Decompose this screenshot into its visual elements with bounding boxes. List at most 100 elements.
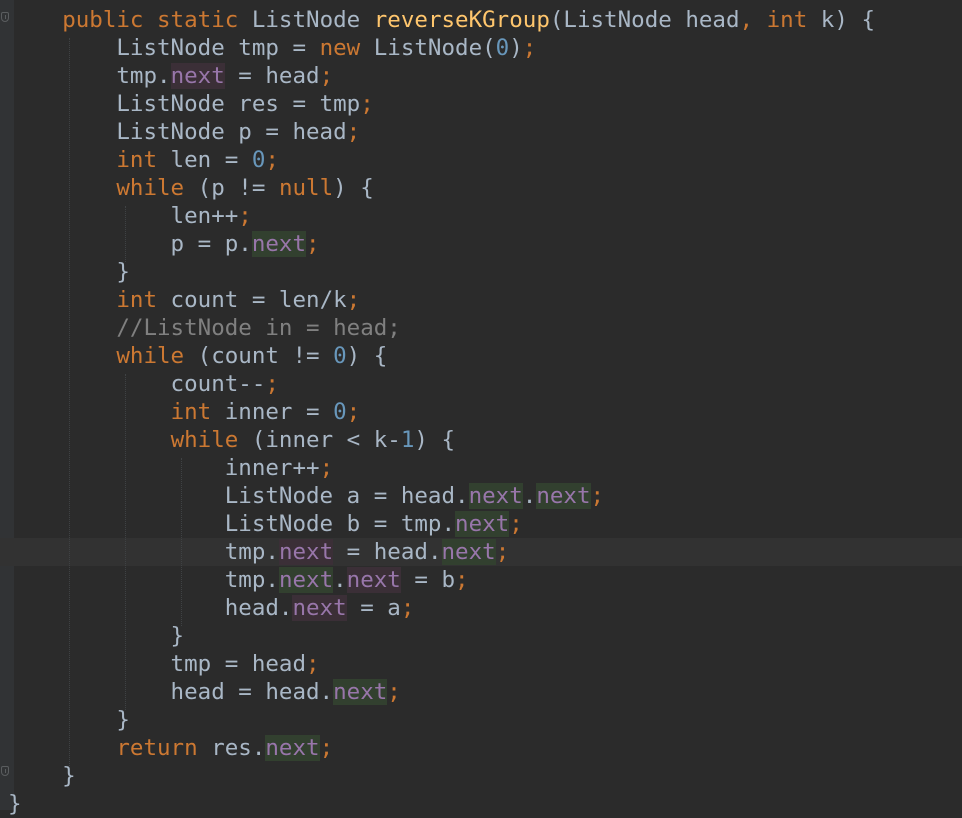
code-line[interactable]: tmp = head; [8,650,875,678]
code-line[interactable]: } [8,706,875,734]
code-line[interactable]: int inner = 0; [8,398,875,426]
code-token: } [8,623,185,649]
code-text-area[interactable]: public static ListNode reverseKGroup(Lis… [8,6,875,818]
code-line[interactable]: tmp.next = head; [8,62,875,90]
code-line[interactable]: while (count != 0) { [8,342,875,370]
code-line[interactable]: ListNode res = tmp; [8,90,875,118]
code-line[interactable]: head.next = a; [8,594,875,622]
code-line[interactable]: int count = len/k; [8,286,875,314]
code-token: next [170,63,225,89]
code-token: ; [346,119,361,145]
code-token: = a [346,595,401,621]
code-token: ; [346,399,361,425]
code-token: (count != [184,343,334,369]
code-token: reverseKGroup [373,7,550,33]
code-token: next [441,539,496,565]
code-token: k) { [807,7,875,33]
code-token: static [157,7,239,33]
code-token: 0 [495,35,510,61]
code-token: next [265,735,320,761]
code-token: = head [224,63,320,89]
code-token: next [278,567,334,593]
code-token: res. [197,735,266,761]
code-token: ; [455,567,469,593]
code-token: ; [238,203,252,229]
code-token: tmp = head [8,651,307,677]
code-token: ; [319,735,334,761]
code-token: next [278,539,334,565]
code-token: int [116,147,158,173]
code-line[interactable]: public static ListNode reverseKGroup(Lis… [8,6,875,34]
code-token: ; [265,147,279,173]
code-token: } [8,763,76,789]
code-token: ListNode( [360,35,496,61]
code-token: return [116,735,198,761]
code-token: next [346,567,401,593]
code-token: ; [522,35,537,61]
code-line[interactable]: } [8,622,875,650]
code-token: head = head. [8,679,334,705]
code-token: tmp. [8,567,279,593]
code-token: ; [346,287,361,313]
code-token: . [333,567,347,593]
code-line[interactable]: } [8,790,875,818]
code-token: count = len/k [157,287,347,313]
code-token: 0 [251,147,266,173]
code-line[interactable]: p = p.next; [8,230,875,258]
code-line[interactable]: len++; [8,202,875,230]
code-token: ListNode a = head. [8,483,469,509]
code-token: next [536,483,591,509]
code-token: tmp. [8,539,279,565]
code-line[interactable]: } [8,258,875,286]
code-line[interactable]: } [8,762,875,790]
code-token: } [8,791,22,817]
code-token: count-- [8,371,266,397]
code-line[interactable]: ListNode tmp = new ListNode(0); [8,34,875,62]
code-token: ; [265,371,279,397]
code-token: ; [360,91,374,117]
code-line[interactable]: ListNode b = tmp.next; [8,510,875,538]
code-token: ) { [333,175,374,201]
previous-line-remnant [60,0,420,4]
code-line[interactable]: tmp.next.next = b; [8,566,875,594]
code-token: while [116,175,185,201]
code-token: while [170,427,239,453]
code-token: next [455,511,510,537]
code-line[interactable]: while (p != null) { [8,174,875,202]
code-token: inner = [211,399,334,425]
code-line[interactable]: return res.next; [8,734,875,762]
code-token: (inner < k- [238,427,401,453]
code-line[interactable]: //ListNode in = head; [8,314,875,342]
code-token: inner++ [8,455,320,481]
code-token: ; [495,539,510,565]
code-line[interactable]: inner++; [8,454,875,482]
code-token: (ListNode head [549,7,740,33]
code-token: public [62,7,144,33]
code-line[interactable]: while (inner < k-1) { [8,426,875,454]
code-line[interactable]: tmp.next = head.next; [8,538,875,566]
code-token: ; [400,595,415,621]
code-token: ListNode res = tmp [8,91,361,117]
code-token: (p != [184,175,279,201]
code-token: int [116,287,158,313]
code-token: . [522,483,537,509]
code-editor[interactable]: public static ListNode reverseKGroup(Lis… [0,0,962,817]
code-line[interactable]: count--; [8,370,875,398]
code-line[interactable]: ListNode a = head.next.next; [8,482,875,510]
code-line[interactable]: ListNode p = head; [8,118,875,146]
code-token: next [468,483,523,509]
code-token: int [170,399,212,425]
code-token: ; [306,231,320,257]
code-token: int [766,7,808,33]
code-line[interactable]: int len = 0; [8,146,875,174]
code-line[interactable]: head = head.next; [8,678,875,706]
code-token: next [251,231,307,257]
code-token: , [739,7,754,33]
